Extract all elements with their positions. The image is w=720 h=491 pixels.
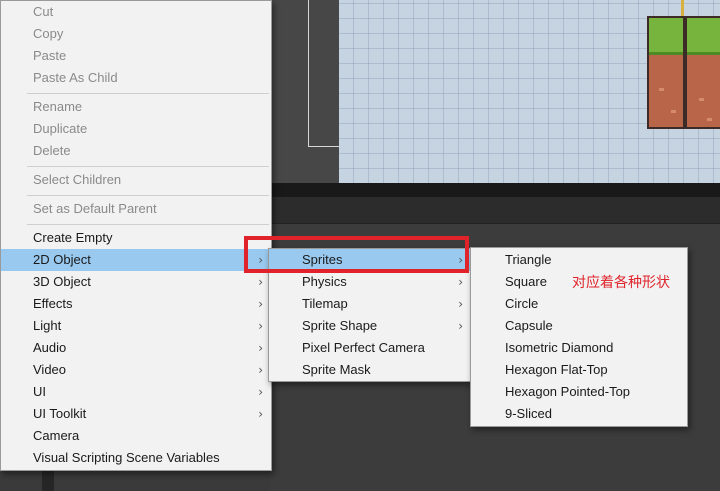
menu-item-effects[interactable]: Effects › [1,293,271,315]
menu-item-light[interactable]: Light › [1,315,271,337]
menu-item-delete[interactable]: Delete [1,140,271,162]
chevron-right-icon: › [258,275,263,289]
menu-item-create-empty[interactable]: Create Empty [1,227,271,249]
chevron-right-icon: › [258,297,263,311]
menu-item-rename[interactable]: Rename [1,96,271,118]
menu-item-duplicate[interactable]: Duplicate [1,118,271,140]
menu-item-physics[interactable]: Physics › [269,271,471,293]
menu-item-copy[interactable]: Copy [1,23,271,45]
menu-item-hexagon-flat-top[interactable]: Hexagon Flat-Top [471,359,687,381]
grass-top [687,18,720,55]
chevron-right-icon: › [258,363,263,377]
menu-item-3d-object[interactable]: 3D Object › [1,271,271,293]
panel-divider[interactable] [270,183,720,197]
menu-item-hexagon-pointed-top[interactable]: Hexagon Pointed-Top [471,381,687,403]
menu-item-sprite-shape[interactable]: Sprite Shape › [269,315,471,337]
annotation-text: 对应着各种形状 [572,275,670,291]
chevron-right-icon: › [458,297,463,311]
menu-item-paste[interactable]: Paste [1,45,271,67]
panel-toolbar [270,197,720,224]
menu-item-cut[interactable]: Cut [1,1,271,23]
menu-item-capsule[interactable]: Capsule [471,315,687,337]
menu-item-sprites[interactable]: Sprites › [269,249,471,271]
menu-separator [27,93,269,94]
menu-item-9-sliced[interactable]: 9-Sliced [471,403,687,425]
menu-item-ui[interactable]: UI › [1,381,271,403]
menu-item-tilemap[interactable]: Tilemap › [269,293,471,315]
hierarchy-panel-bottom [0,471,270,491]
chevron-right-icon: › [258,319,263,333]
menu-item-pixel-perfect-camera[interactable]: Pixel Perfect Camera [269,337,471,359]
menu-item-ui-toolkit[interactable]: UI Toolkit › [1,403,271,425]
chevron-right-icon: › [458,319,463,333]
rope-sprite [681,0,684,16]
menu-item-triangle[interactable]: Triangle [471,249,687,271]
chevron-right-icon: › [458,275,463,289]
hierarchy-scroll-edge [42,471,54,491]
hierarchy-context-menu: Cut Copy Paste Paste As Child Rename Dup… [0,0,272,471]
menu-item-2d-object[interactable]: 2D Object › [1,249,271,271]
chevron-right-icon: › [458,253,463,267]
menu-item-select-children[interactable]: Select Children [1,169,271,191]
menu-item-video[interactable]: Video › [1,359,271,381]
menu-item-set-default-parent[interactable]: Set as Default Parent [1,198,271,220]
grass-top [649,18,683,55]
menu-item-visual-scripting-scene-variables[interactable]: Visual Scripting Scene Variables [1,447,271,469]
chevron-right-icon: › [258,385,263,399]
menu-separator [27,224,269,225]
chevron-right-icon: › [258,407,263,421]
menu-item-circle[interactable]: Circle [471,293,687,315]
menu-item-camera[interactable]: Camera [1,425,271,447]
menu-separator [27,166,269,167]
menu-item-audio[interactable]: Audio › [1,337,271,359]
camera-bounds [308,0,339,147]
chevron-right-icon: › [258,341,263,355]
menu-separator [27,195,269,196]
submenu-2d-object: Sprites › Physics › Tilemap › Sprite Shape ›… [268,248,472,382]
chevron-right-icon: › [258,253,263,267]
menu-item-sprite-mask[interactable]: Sprite Mask [269,359,471,381]
ground-tile-sprite [647,16,685,129]
menu-item-paste-as-child[interactable]: Paste As Child [1,67,271,89]
ground-tile-sprite [685,16,720,129]
menu-item-isometric-diamond[interactable]: Isometric Diamond [471,337,687,359]
